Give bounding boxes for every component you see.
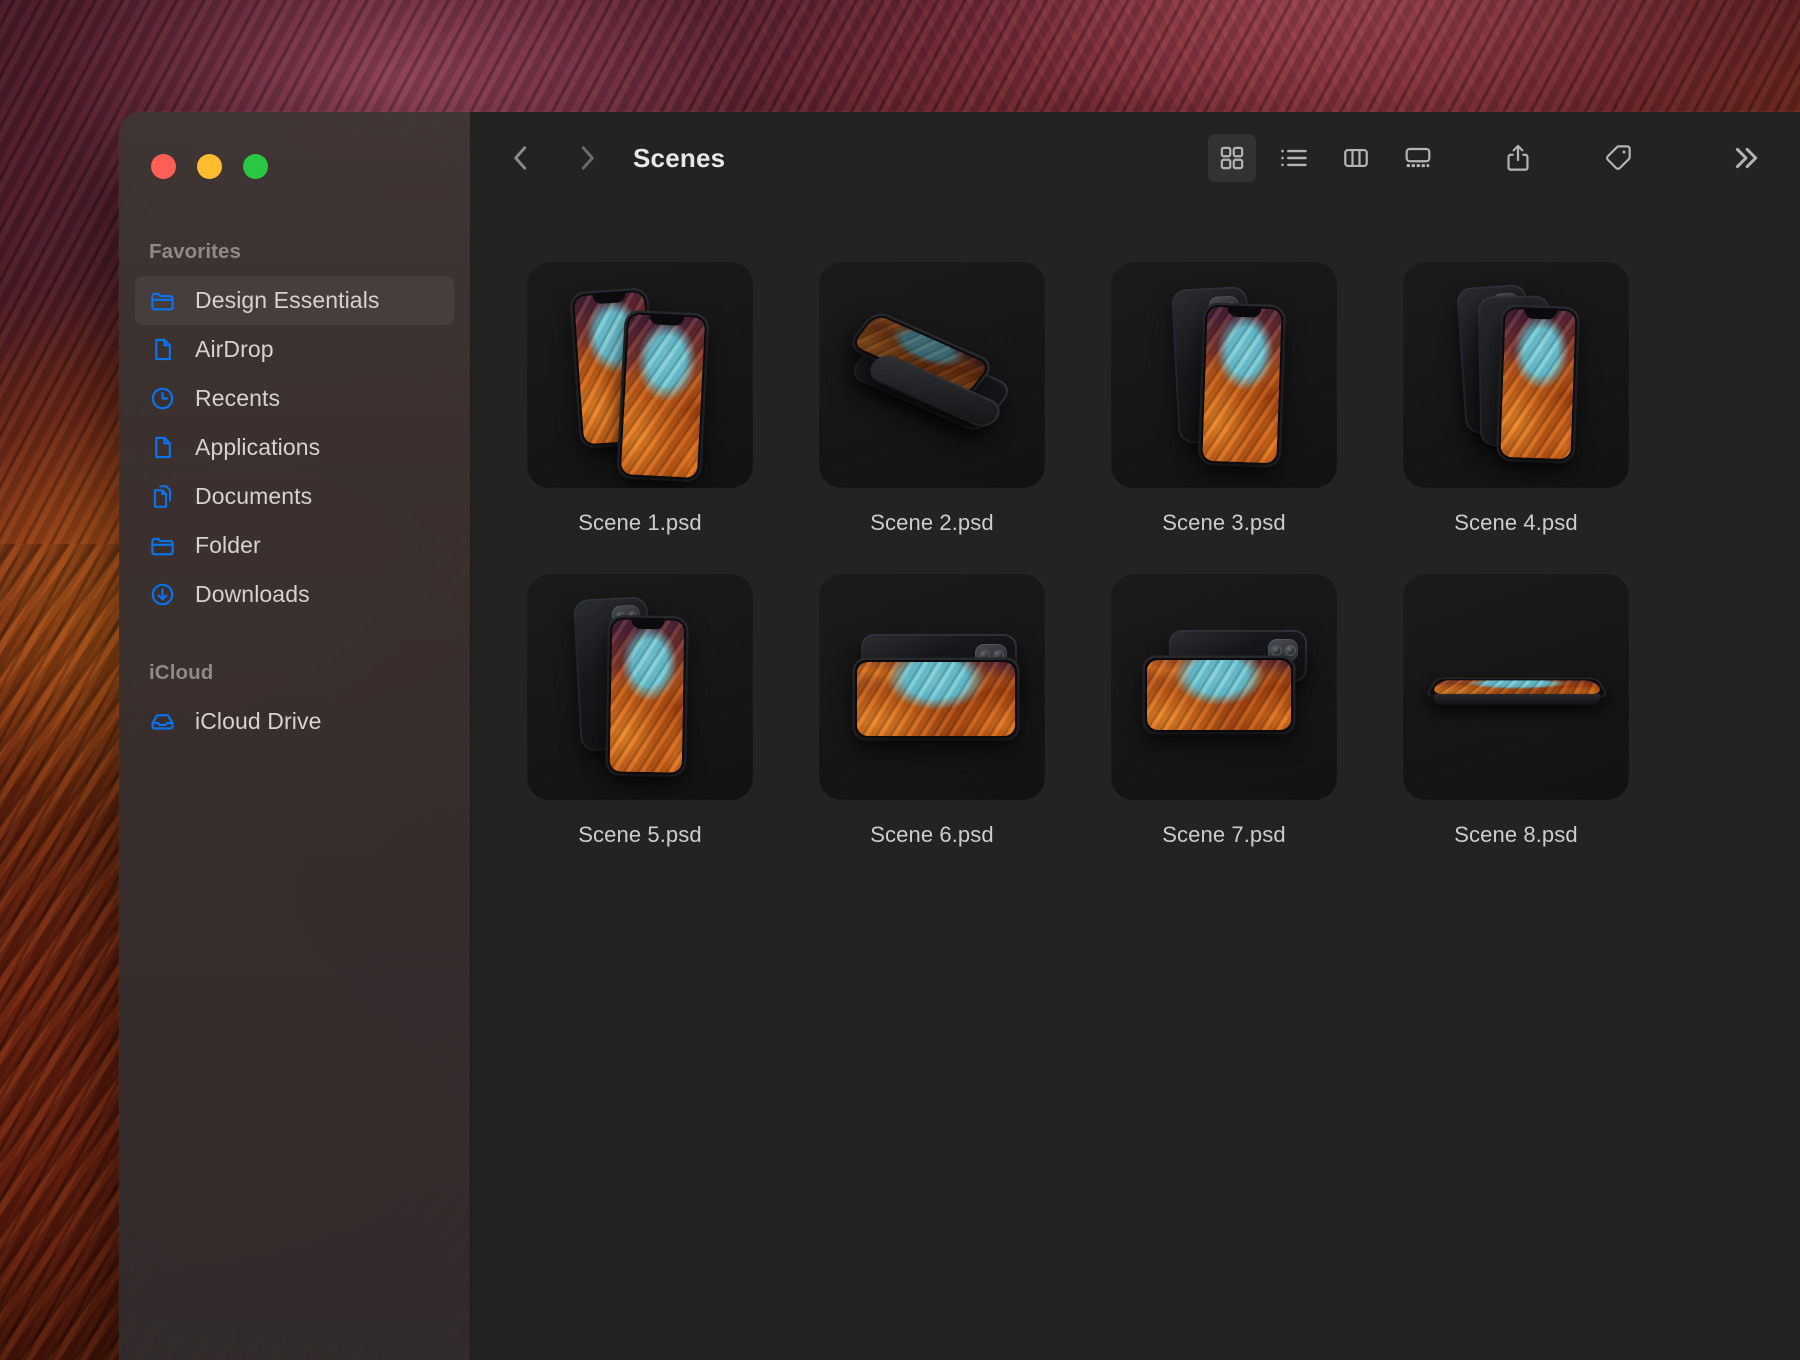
file-thumbnail [1403, 262, 1629, 488]
list-icon [1279, 144, 1309, 172]
forward-button[interactable] [563, 134, 611, 182]
sidebar-item-icloud-drive[interactable]: iCloud Drive [135, 697, 454, 746]
sidebar-item-design-essentials[interactable]: Design Essentials [135, 276, 454, 325]
minimize-button[interactable] [197, 154, 222, 179]
grid-icon [1218, 144, 1246, 172]
column-view-button[interactable] [1332, 134, 1380, 182]
view-mode-buttons [1208, 134, 1442, 182]
file-label: Scene 5.psd [578, 822, 702, 847]
folder-icon [149, 287, 176, 314]
file-thumbnail [1111, 262, 1337, 488]
sidebar-item-documents[interactable]: Documents [135, 472, 454, 521]
file-item[interactable]: Scene 5.psd [527, 574, 753, 848]
clock-icon [149, 385, 176, 412]
chevron-right-icon [574, 143, 600, 173]
finder-window: Favorites Design Essentials AirDrop Rece… [119, 112, 1800, 1360]
icloud-drive-icon [149, 708, 176, 735]
sidebar-item-airdrop[interactable]: AirDrop [135, 325, 454, 374]
file-label: Scene 1.psd [578, 510, 702, 535]
file-item[interactable]: Scene 3.psd [1111, 262, 1337, 536]
icon-view-button[interactable] [1208, 134, 1256, 182]
chevron-double-right-icon [1730, 143, 1762, 173]
back-button[interactable] [497, 134, 545, 182]
file-label: Scene 7.psd [1162, 822, 1286, 847]
file-thumbnail [527, 574, 753, 800]
sidebar-list-icloud: iCloud Drive [119, 697, 470, 746]
document-icon [149, 434, 176, 461]
tag-icon [1603, 143, 1633, 173]
sidebar-item-recents[interactable]: Recents [135, 374, 454, 423]
file-item[interactable]: Scene 1.psd [527, 262, 753, 536]
more-button[interactable] [1722, 134, 1770, 182]
sidebar-item-label: Applications [195, 434, 321, 460]
sidebar-item-folder[interactable]: Folder [135, 521, 454, 570]
chevron-left-icon [508, 143, 534, 173]
file-label: Scene 3.psd [1162, 510, 1286, 535]
file-item[interactable]: Scene 6.psd [819, 574, 1045, 848]
file-thumbnail [1111, 574, 1337, 800]
file-grid: Scene 1.psd Scene 2.psd Scene 3.psd Scen… [471, 204, 1800, 1360]
share-button[interactable] [1494, 134, 1542, 182]
file-item[interactable]: Scene 4.psd [1403, 262, 1629, 536]
documents-icon [149, 483, 176, 510]
sidebar-section-title-favorites: Favorites [149, 240, 242, 263]
sidebar-item-label: Recents [195, 385, 281, 411]
sidebar-item-label: Folder [195, 532, 261, 558]
tags-button[interactable] [1594, 134, 1642, 182]
file-thumbnail [819, 574, 1045, 800]
zoom-button[interactable] [243, 154, 268, 179]
gallery-icon [1403, 144, 1433, 172]
file-item[interactable]: Scene 7.psd [1111, 574, 1337, 848]
file-thumbnail [1403, 574, 1629, 800]
file-item[interactable]: Scene 2.psd [819, 262, 1045, 536]
sidebar-item-label: Documents [195, 483, 313, 509]
download-icon [149, 581, 176, 608]
sidebar-item-applications[interactable]: Applications [135, 423, 454, 472]
sidebar-section-title-icloud: iCloud [149, 661, 214, 684]
file-thumbnail [819, 262, 1045, 488]
share-icon [1504, 143, 1532, 173]
sidebar: Favorites Design Essentials AirDrop Rece… [119, 112, 471, 1360]
toolbar: Scenes [471, 112, 1800, 204]
sidebar-item-label: AirDrop [195, 336, 274, 362]
action-buttons [1494, 134, 1770, 182]
sidebar-item-label: Downloads [195, 581, 310, 607]
sidebar-list-favorites: Design Essentials AirDrop Recents Applic… [119, 276, 470, 619]
file-item[interactable]: Scene 8.psd [1403, 574, 1629, 848]
file-label: Scene 8.psd [1454, 822, 1578, 847]
close-button[interactable] [151, 154, 176, 179]
list-view-button[interactable] [1270, 134, 1318, 182]
page-title: Scenes [633, 142, 726, 173]
document-icon [149, 336, 176, 363]
folder-icon [149, 532, 176, 559]
toolbar-right-group [1208, 134, 1770, 182]
sidebar-item-label: iCloud Drive [195, 708, 322, 734]
gallery-view-button[interactable] [1394, 134, 1442, 182]
file-label: Scene 6.psd [870, 822, 994, 847]
content-pane: Scenes Scene 1.psd Scene 2.psd Scene 3.p… [471, 112, 1800, 1360]
sidebar-item-label: Design Essentials [195, 287, 380, 313]
sidebar-item-downloads[interactable]: Downloads [135, 570, 454, 619]
window-controls [119, 112, 470, 179]
file-label: Scene 2.psd [870, 510, 994, 535]
file-thumbnail [527, 262, 753, 488]
file-label: Scene 4.psd [1454, 510, 1578, 535]
navigation-buttons [497, 134, 611, 182]
columns-icon [1342, 144, 1370, 172]
